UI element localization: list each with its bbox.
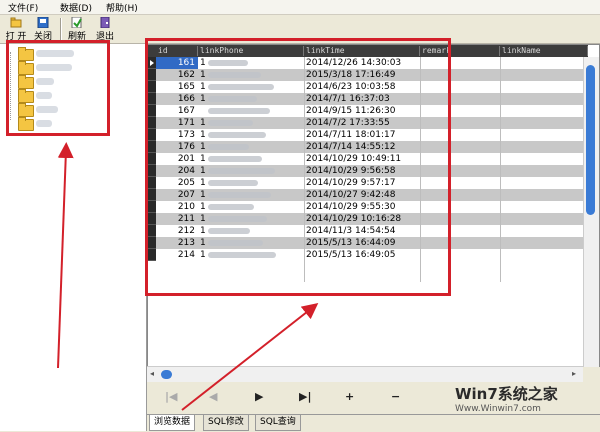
arrow-to-tree [57, 142, 74, 369]
arrow-to-grid [181, 303, 319, 411]
annotation-arrows [57, 142, 319, 411]
